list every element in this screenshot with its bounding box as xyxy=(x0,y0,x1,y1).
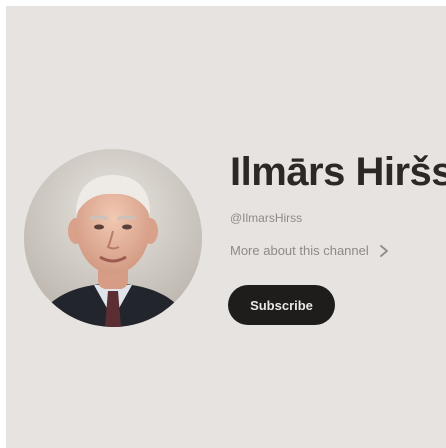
channel-handle: @IlmarsHirss xyxy=(230,211,303,225)
chevron-right-icon xyxy=(377,244,391,258)
channel-name: Ilmārs Hiršs xyxy=(230,150,446,194)
channel-avatar[interactable] xyxy=(24,149,202,327)
subscribe-button[interactable]: Subscribe xyxy=(228,285,335,325)
avatar-photo-icon xyxy=(24,149,202,327)
more-about-channel-link[interactable]: More about this channel xyxy=(230,242,391,260)
channel-header: Ilmārs Hiršs @IlmarsHirss More about thi… xyxy=(6,6,446,448)
more-about-label: More about this channel xyxy=(230,243,369,258)
